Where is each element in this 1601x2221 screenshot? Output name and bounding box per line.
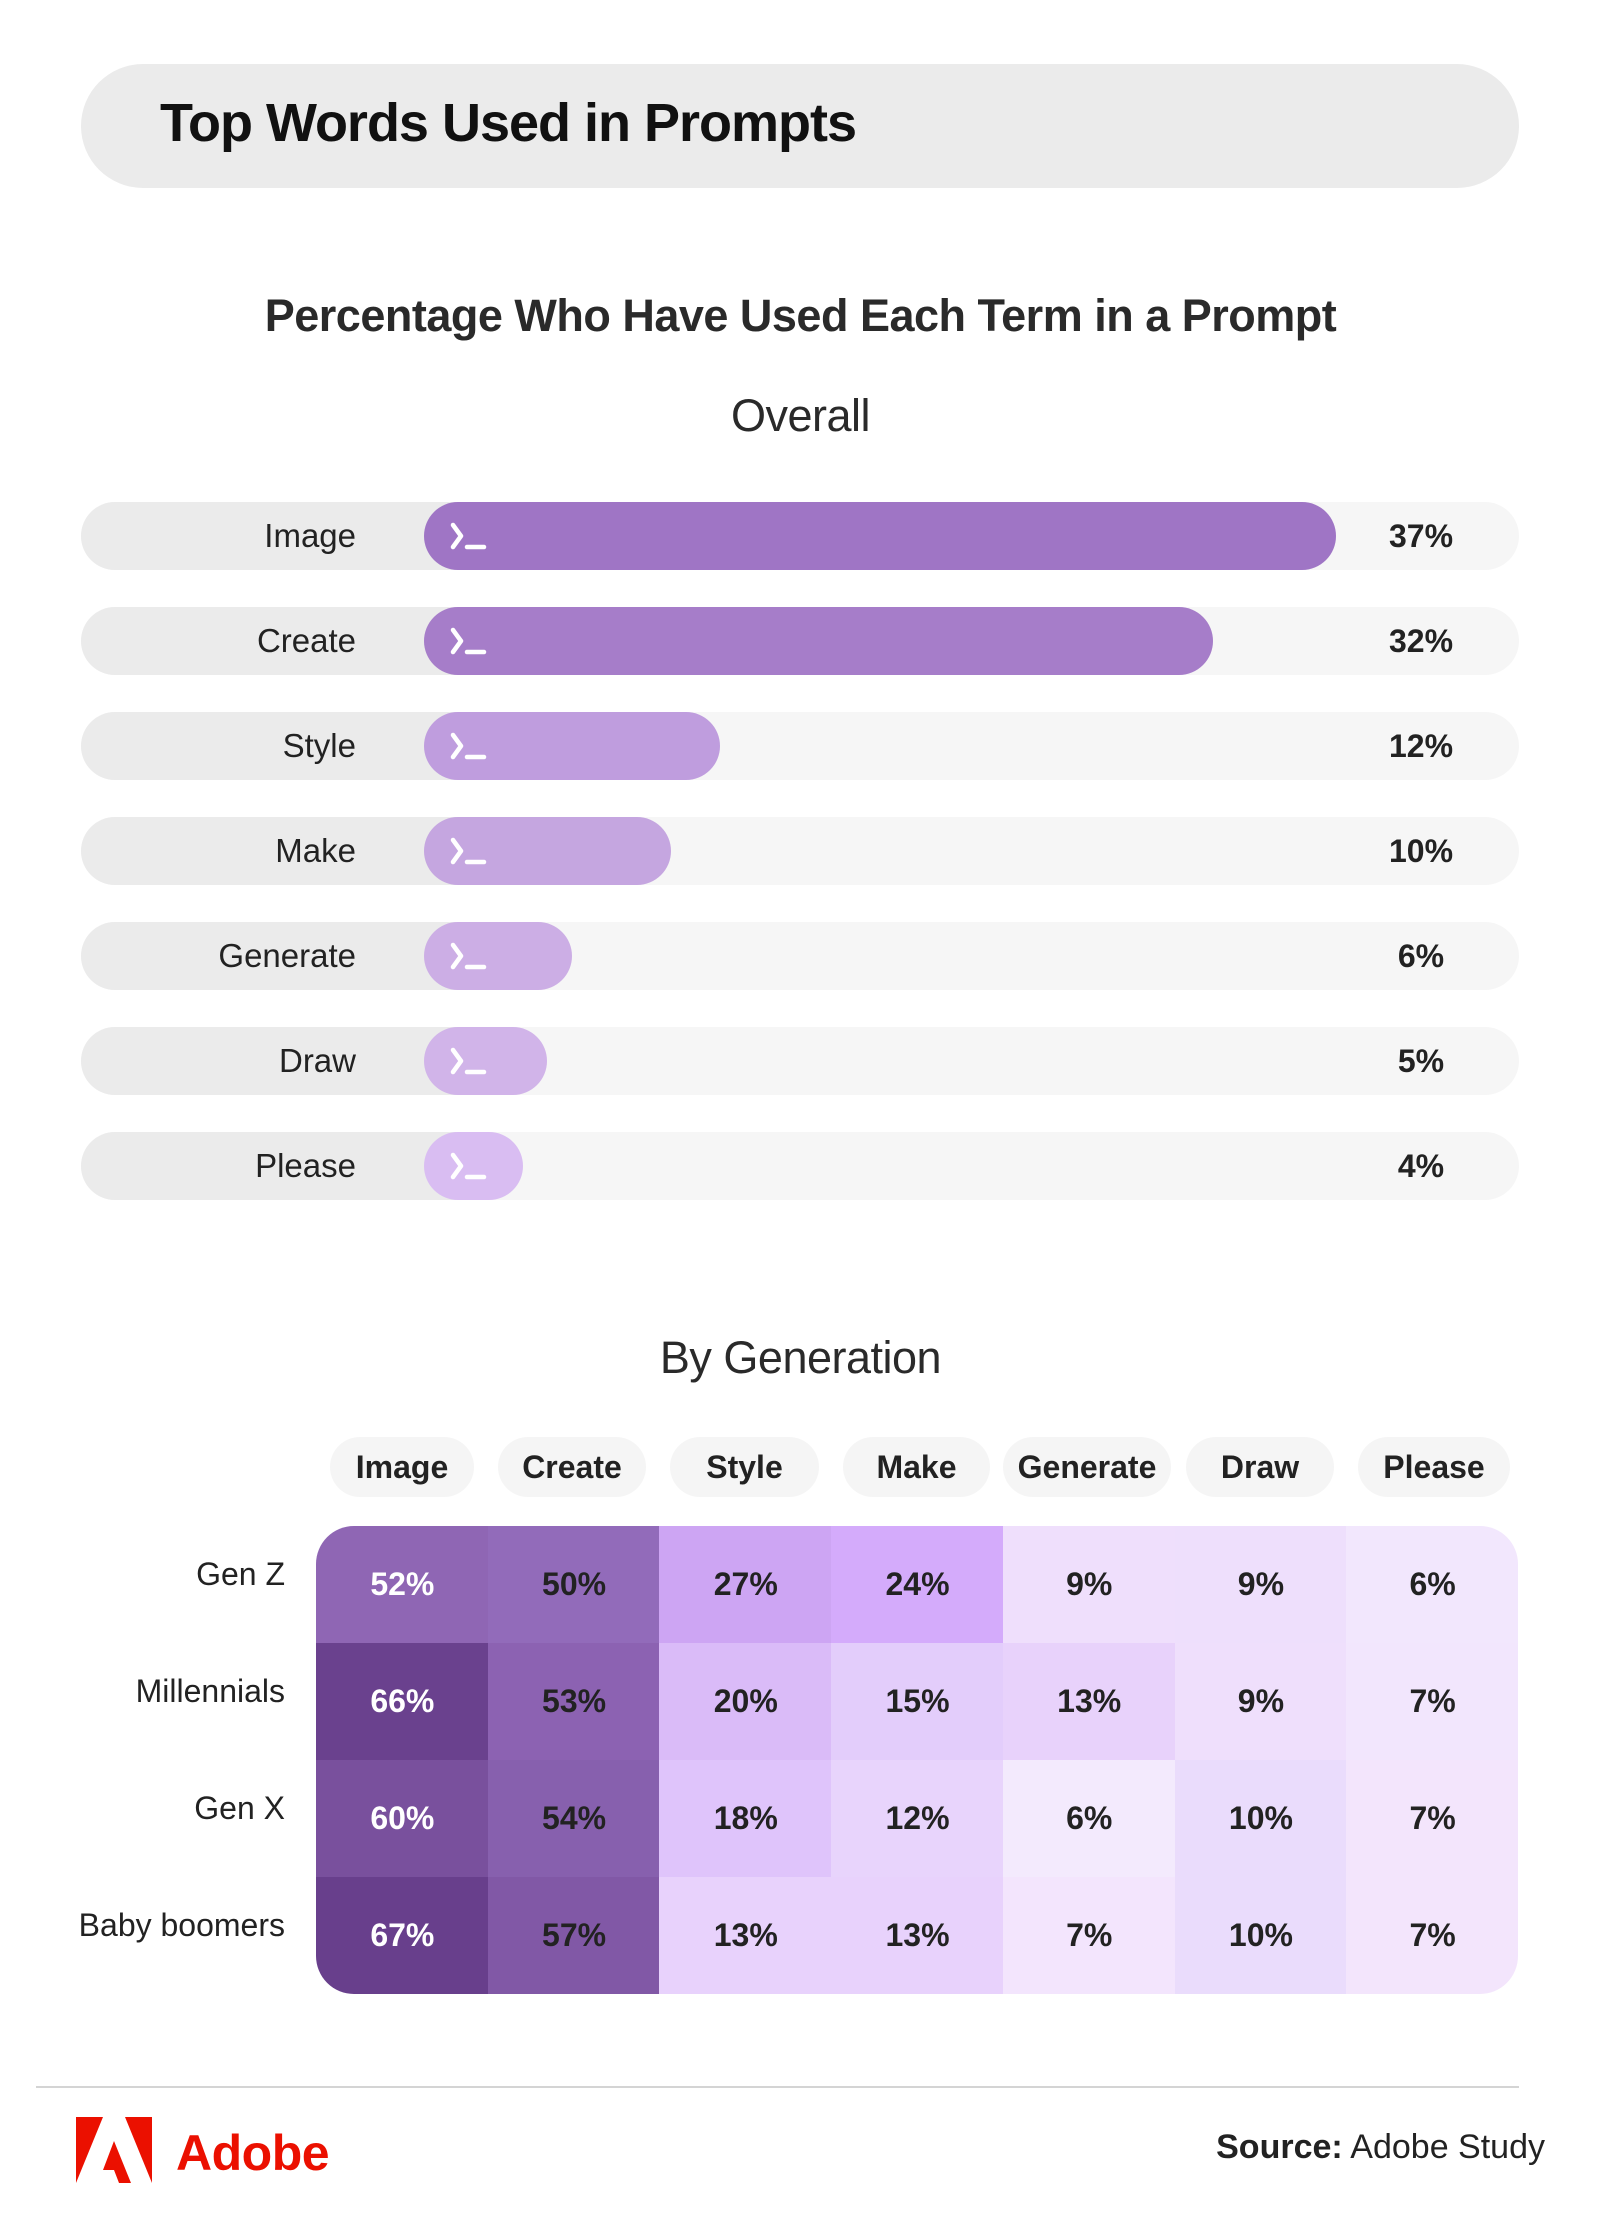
terminal-prompt-icon [450, 732, 487, 760]
terminal-prompt-icon [450, 837, 487, 865]
heatmap-row-label: Gen Z [196, 1556, 285, 1592]
heatmap-cell: 9% [1174, 1526, 1348, 1643]
footer-divider [36, 2086, 1519, 2088]
heatmap-cell: 9% [1002, 1526, 1176, 1643]
bar-category-label: Create [256, 622, 356, 659]
heatmap-cell: 10% [1174, 1760, 1348, 1877]
bar-value-label: 32% [1388, 623, 1454, 659]
bar-row: Make 10% [81, 817, 1519, 885]
heatmap-column-header: Style [670, 1437, 819, 1497]
bar [424, 502, 1337, 570]
heatmap-cell: 18% [659, 1760, 833, 1877]
heatmap-row-label: Millennials [135, 1673, 285, 1709]
bar [424, 922, 572, 990]
bar-value-label: 10% [1388, 833, 1454, 869]
source-value: Adobe Study [1350, 2128, 1545, 2166]
heatmap-cell: 66% [316, 1643, 489, 1760]
heatmap-cell: 6% [1346, 1526, 1518, 1643]
heatmap-cell: 57% [487, 1877, 661, 1994]
heatmap-cell: 12% [831, 1760, 1004, 1877]
bar [424, 817, 671, 885]
bar [424, 1027, 548, 1095]
bar-value-label: 5% [1397, 1043, 1445, 1079]
source-credit: Source: Adobe Study [1216, 2128, 1545, 2167]
bar-value-label: 6% [1397, 938, 1445, 974]
heatmap-cell: 27% [659, 1526, 833, 1643]
bar-row: Draw 5% [81, 1027, 1519, 1095]
terminal-prompt-icon [450, 1047, 487, 1075]
heatmap-cell: 53% [487, 1643, 661, 1760]
bar-row: Image 37% [81, 502, 1519, 570]
bar-category-label: Generate [218, 937, 356, 974]
heatmap-cell: 7% [1346, 1760, 1518, 1877]
heatmap-cell: 67% [316, 1877, 489, 1994]
heatmap-cell: 6% [1002, 1760, 1176, 1877]
heatmap-cell: 9% [1174, 1643, 1348, 1760]
bar-category-label: Draw [278, 1042, 356, 1079]
heatmap-cell: 54% [487, 1760, 661, 1877]
heatmap-cell: 7% [1346, 1643, 1518, 1760]
heatmap-cell: 60% [316, 1760, 489, 1877]
heatmap-row-label: Gen X [194, 1790, 285, 1826]
bar-category-label: Please [255, 1147, 356, 1184]
terminal-prompt-icon [450, 627, 487, 655]
adobe-wordmark: Adobe [176, 2125, 330, 2181]
heatmap-cell: 50% [487, 1526, 661, 1643]
generation-section-heading: By Generation [659, 1332, 942, 1383]
bar-value-label: 4% [1397, 1148, 1445, 1184]
bar-row: Style 12% [81, 712, 1519, 780]
heatmap-column-header: Draw [1186, 1437, 1334, 1497]
bar-category-label: Make [275, 832, 356, 869]
bar-row: Create 32% [81, 607, 1519, 675]
terminal-prompt-icon [450, 942, 487, 970]
terminal-prompt-icon [450, 522, 487, 550]
page-title: Top Words Used in Prompts [160, 93, 857, 153]
heatmap-cell: 13% [1002, 1643, 1176, 1760]
heatmap-cell: 52% [316, 1526, 489, 1643]
bar-row: Please 4% [81, 1132, 1519, 1200]
heatmap-cell: 24% [831, 1526, 1004, 1643]
heatmap-cell: 13% [659, 1877, 833, 1994]
heatmap-row-label: Baby boomers [78, 1907, 285, 1943]
heatmap-column-header: Please [1358, 1437, 1510, 1497]
generation-heatmap: 52% 50% 27% 24% 9% 9% 6% 66% 53% 20% 15% 13% 9% 7% 60%… [316, 1526, 1518, 1994]
bar-category-label: Image [264, 517, 356, 554]
heatmap-cell: 10% [1174, 1877, 1348, 1994]
bar-value-label: 12% [1388, 728, 1454, 764]
heatmap-cell: 15% [831, 1643, 1004, 1760]
heatmap-column-header: Make [843, 1437, 990, 1497]
adobe-logo-icon [76, 2117, 152, 2183]
bar [424, 712, 720, 780]
heatmap-cell: 13% [831, 1877, 1004, 1994]
bar [424, 1132, 523, 1200]
heatmap-column-header: Generate [1003, 1437, 1171, 1497]
overall-section-heading: Overall [730, 390, 871, 441]
terminal-prompt-icon [450, 1152, 487, 1180]
heatmap-cell: 7% [1346, 1877, 1518, 1994]
source-label: Source: [1216, 2128, 1343, 2166]
bar-category-label: Style [282, 727, 356, 764]
heatmap-cell: 20% [659, 1643, 833, 1760]
chart-subtitle: Percentage Who Have Used Each Term in a … [264, 290, 1337, 341]
bar-value-label: 37% [1388, 518, 1454, 554]
heatmap-column-header: Image [330, 1437, 474, 1497]
bar [424, 607, 1213, 675]
heatmap-cell: 7% [1002, 1877, 1176, 1994]
bar-row: Generate 6% [81, 922, 1519, 990]
heatmap-column-header: Create [498, 1437, 646, 1497]
